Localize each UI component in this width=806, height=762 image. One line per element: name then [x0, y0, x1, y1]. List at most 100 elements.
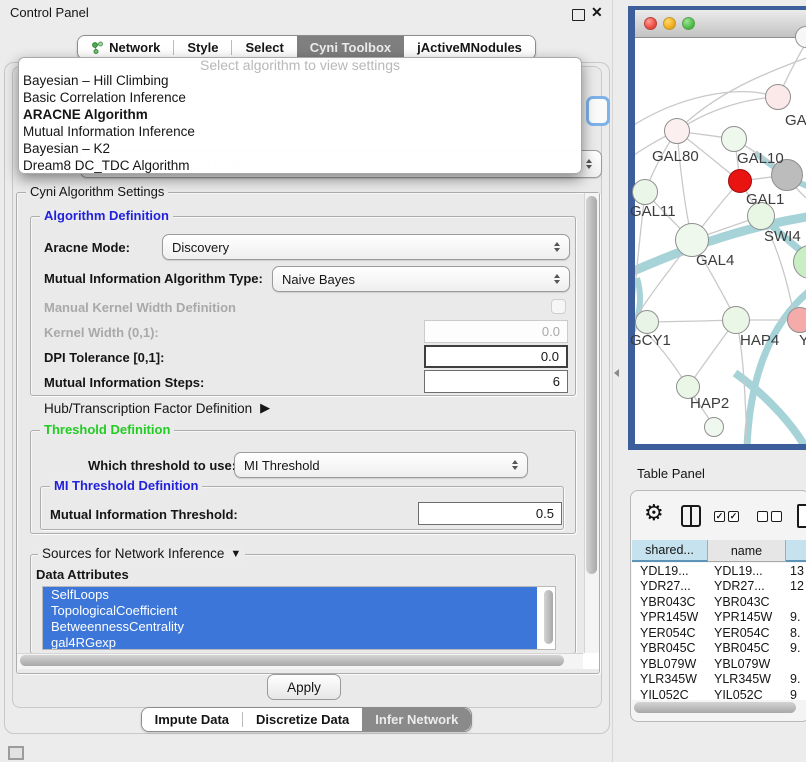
manual-kernel-width-label: Manual Kernel Width Definition	[44, 300, 236, 315]
close-traffic-light-icon[interactable]	[644, 17, 657, 30]
sources-group-title[interactable]: Sources for Network Inference ▼	[38, 547, 245, 561]
sources-group-title-label: Sources for Network Inference	[42, 547, 224, 561]
minimize-traffic-light-icon[interactable]	[663, 17, 676, 30]
algorithm-popup-item[interactable]: Dream8 DC_TDC Algorithm	[19, 157, 581, 174]
data-attributes-list: SelfLoops TopologicalCoefficient Between…	[42, 586, 556, 650]
mi-threshold-field[interactable]: 0.5	[418, 502, 562, 525]
tab-style-label: Style	[187, 40, 218, 55]
algorithm-popup-item[interactable]: Bayesian – Hill Climbing	[19, 72, 581, 89]
network-node[interactable]	[722, 306, 750, 334]
list-item[interactable]: SelfLoops	[43, 587, 537, 603]
node-label: GAL	[785, 112, 806, 129]
cell-value: 8.	[786, 626, 806, 640]
dpi-tolerance-field[interactable]: 0.0	[424, 345, 568, 368]
column-header-shared-name[interactable]: shared...	[632, 540, 708, 562]
new-table-icon[interactable]	[797, 504, 806, 528]
column-header-name[interactable]: name	[708, 540, 786, 562]
tab-impute-data[interactable]: Impute Data	[142, 708, 242, 731]
list-item[interactable]: BetweennessCentrality	[43, 619, 537, 635]
gear-icon[interactable]: ⚙	[644, 500, 664, 526]
network-node[interactable]	[787, 307, 806, 333]
network-node[interactable]	[765, 84, 791, 110]
cyni-bottom-tabbar: Impute Data Discretize Data Infer Networ…	[0, 707, 613, 732]
close-icon[interactable]: ✕	[591, 4, 603, 21]
mi-algorithm-type-combobox[interactable]: Naive Bayes	[272, 266, 570, 292]
table-row[interactable]: YBR045C YBR045C 9.	[632, 641, 806, 657]
table-row[interactable]: YDL19... YDL19... 13	[632, 563, 806, 579]
stepper-arrows-icon	[586, 159, 592, 169]
algorithm-popup-item[interactable]: Bayesian – K2	[19, 140, 581, 157]
list-item[interactable]: gal4RGexp	[43, 635, 537, 650]
apply-button-label: Apply	[287, 680, 321, 695]
tab-discretize-data[interactable]: Discretize Data	[243, 708, 362, 731]
cell-shared-name: YDL19...	[632, 564, 708, 578]
data-attributes-label: Data Attributes	[36, 567, 129, 582]
control-panel-title: Control Panel	[10, 5, 89, 20]
cell-name: YBR045C	[708, 641, 786, 655]
algorithm-popup-item[interactable]: Basic Correlation Inference	[19, 89, 581, 106]
table-row[interactable]: YBL079W YBL079W	[632, 656, 806, 672]
aracne-mode-combobox[interactable]: Discovery	[162, 234, 570, 260]
table-row[interactable]: YBR043C YBR043C	[632, 594, 806, 610]
select-all-checkboxes-icon[interactable]: ✓ ✓	[714, 511, 739, 522]
tab-select[interactable]: Select	[232, 36, 296, 59]
network-node[interactable]	[632, 179, 658, 205]
network-node[interactable]	[704, 417, 724, 437]
list-scrollbar-thumb[interactable]	[544, 590, 553, 644]
unchecked-checkbox-icon	[771, 511, 782, 522]
network-window-titlebar[interactable]	[635, 10, 806, 38]
algorithm-popup-item-selected[interactable]: ARACNE Algorithm	[19, 106, 581, 123]
float-window-icon[interactable]	[572, 9, 585, 21]
cell-shared-name: YIL052C	[632, 688, 708, 700]
splitter-collapse-icon[interactable]	[614, 369, 619, 377]
tab-style[interactable]: Style	[174, 36, 231, 59]
table-horizontal-scrollbar-thumb[interactable]	[634, 702, 796, 713]
network-node-selected[interactable]	[728, 169, 752, 193]
list-item[interactable]: TopologicalCoefficient	[43, 603, 537, 619]
kernel-width-value: 0.0	[542, 324, 560, 339]
collapsed-panel-icon[interactable]	[8, 746, 24, 760]
cell-shared-name: YDR27...	[632, 579, 708, 593]
deselect-all-checkboxes-icon[interactable]	[757, 511, 782, 522]
settings-horizontal-scrollbar-thumb[interactable]	[20, 655, 564, 666]
columns-icon[interactable]	[681, 505, 701, 527]
network-node[interactable]	[664, 118, 690, 144]
mi-threshold-label: Mutual Information Threshold:	[50, 507, 238, 522]
manual-kernel-width-checkbox[interactable]	[551, 299, 566, 314]
column-header-partial[interactable]	[786, 540, 806, 562]
kernel-width-label: Kernel Width (0,1):	[44, 325, 159, 340]
node-label: GCY1	[630, 332, 671, 349]
node-label: GAL1	[746, 191, 784, 208]
settings-vertical-scrollbar-thumb[interactable]	[586, 196, 597, 574]
zoom-traffic-light-icon[interactable]	[682, 17, 695, 30]
algorithm-popup-item[interactable]: Mutual Information Inference	[19, 123, 581, 140]
panel-divider	[612, 0, 613, 762]
network-node[interactable]	[635, 310, 659, 334]
node-label: HAP4	[740, 332, 779, 349]
table-row[interactable]: YPR145W YPR145W 9.	[632, 610, 806, 626]
network-node[interactable]	[721, 126, 747, 152]
which-threshold-combobox[interactable]: MI Threshold	[234, 452, 528, 478]
cell-name: YER054C	[708, 626, 786, 640]
mi-steps-label: Mutual Information Steps:	[44, 375, 204, 390]
cell-name: YBR043C	[708, 595, 786, 609]
mi-threshold-definition-title: MI Threshold Definition	[50, 479, 202, 493]
table-row[interactable]: YIL052C YIL052C 9	[632, 687, 806, 700]
mi-steps-field[interactable]: 6	[424, 370, 568, 393]
kernel-width-field[interactable]: 0.0	[424, 320, 568, 343]
focused-button[interactable]	[586, 96, 610, 126]
table-row[interactable]: YDR27... YDR27... 12	[632, 579, 806, 595]
hub-transcription-factor-expander[interactable]: Hub/Transcription Factor Definition ▶	[44, 400, 270, 416]
tab-infer-network[interactable]: Infer Network	[362, 708, 471, 731]
cell-name: YPR145W	[708, 610, 786, 624]
table-row[interactable]: YER054C YER054C 8.	[632, 625, 806, 641]
apply-button[interactable]: Apply	[267, 674, 341, 700]
mi-threshold-value: 0.5	[536, 506, 554, 521]
tab-cyni-toolbox[interactable]: Cyni Toolbox	[297, 36, 404, 59]
tab-jactivemnodules[interactable]: jActiveMNodules	[404, 36, 535, 59]
tab-cyni-toolbox-label: Cyni Toolbox	[310, 40, 391, 55]
cell-shared-name: YBR043C	[632, 595, 708, 609]
table-row[interactable]: YLR345W YLR345W 9.	[632, 672, 806, 688]
cell-value: 9	[786, 688, 806, 700]
tab-network[interactable]: Network	[78, 36, 173, 59]
